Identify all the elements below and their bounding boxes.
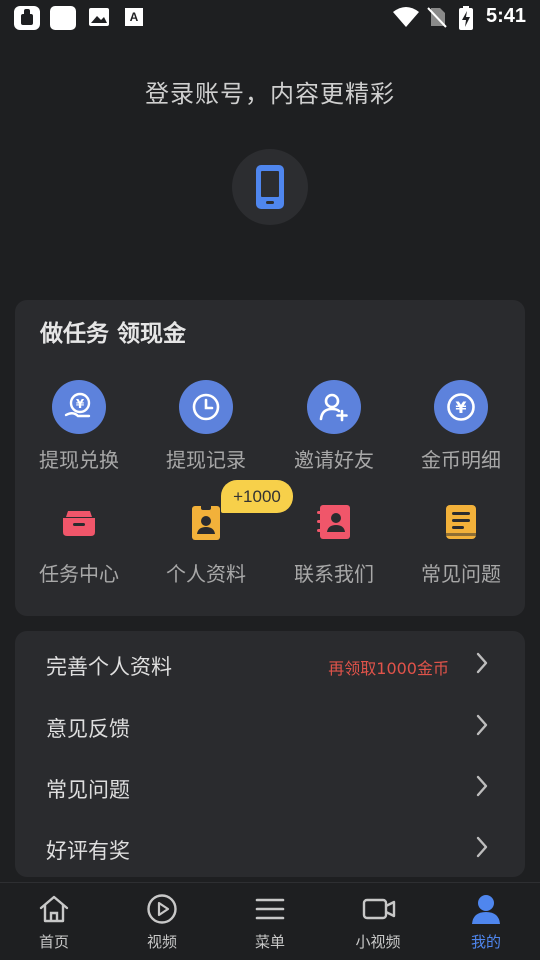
chevron-right-icon	[476, 652, 488, 674]
bottom-nav: 首页 视频 菜单 小视频 我的	[0, 882, 540, 960]
grid-label: 个人资料	[166, 562, 246, 586]
grid-label: 常见问题	[421, 562, 501, 586]
svg-text:¥: ¥	[455, 398, 466, 417]
settings-list: 完善个人资料 再领取1000金币 意见反馈 常见问题 好评有奖	[15, 631, 525, 877]
list-item-rate-reward[interactable]: 好评有奖	[15, 817, 525, 879]
add-user-icon	[307, 380, 361, 434]
nav-label: 视频	[146, 933, 177, 951]
login-avatar-button[interactable]	[232, 149, 308, 225]
grid-item-contact-us[interactable]: 联系我们	[270, 502, 398, 602]
grid-label: 提现兑换	[39, 448, 119, 472]
grid-label: 邀请好友	[294, 448, 374, 472]
login-prompt[interactable]: 登录账号，内容更精彩	[0, 74, 540, 109]
list-item-label: 好评有奖	[46, 839, 130, 863]
font-a-icon: A	[124, 6, 150, 30]
nav-label: 菜单	[254, 933, 285, 951]
grid-label: 任务中心	[39, 562, 119, 586]
bonus-badge: +1000	[221, 480, 293, 513]
nav-item-short-video[interactable]: 小视频	[324, 883, 432, 960]
nav-label: 首页	[38, 933, 69, 951]
grid-item-faq[interactable]: 常见问题	[397, 502, 525, 602]
svg-text:¥: ¥	[76, 397, 85, 411]
nav-item-menu[interactable]: 菜单	[216, 883, 324, 960]
contacts-book-icon	[314, 502, 354, 542]
task-card: 做任务 领现金 ¥ 提现兑换 提现记录 邀请好友 ¥ 金币明细 任务中心 个人资…	[15, 300, 525, 616]
wifi-icon	[392, 6, 422, 30]
blank-square-icon	[50, 6, 76, 30]
list-item-label: 意见反馈	[46, 717, 130, 741]
grid-item-invite-friends[interactable]: 邀请好友	[270, 380, 398, 480]
id-badge-icon	[186, 502, 226, 542]
list-item-complete-profile[interactable]: 完善个人资料 再领取1000金币	[15, 633, 525, 695]
phone-icon	[256, 165, 284, 209]
play-circle-icon	[147, 894, 177, 924]
document-icon	[441, 502, 481, 542]
task-card-title: 做任务 领现金	[40, 321, 187, 347]
yuan-coin-icon: ¥	[434, 380, 488, 434]
chevron-right-icon	[476, 714, 488, 736]
list-item-faq[interactable]: 常见问题	[15, 756, 525, 818]
grid-label: 联系我们	[294, 562, 374, 586]
grid-item-coin-details[interactable]: ¥ 金币明细	[397, 380, 525, 480]
user-icon	[472, 895, 500, 924]
list-item-feedback[interactable]: 意见反馈	[15, 695, 525, 757]
list-item-label: 完善个人资料	[46, 655, 172, 679]
grid-label: 金币明细	[421, 448, 501, 472]
svg-text:A: A	[130, 10, 139, 24]
video-camera-icon	[362, 898, 396, 920]
grid-item-personal-profile[interactable]: 个人资料	[142, 502, 270, 602]
grid-item-task-center[interactable]: 任务中心	[15, 502, 143, 602]
grid-label: 提现记录	[166, 448, 246, 472]
chevron-right-icon	[476, 836, 488, 858]
list-item-label: 常见问题	[46, 778, 130, 802]
nav-item-home[interactable]: 首页	[0, 883, 108, 960]
app-notification-icon	[14, 6, 40, 30]
nav-label: 小视频	[355, 933, 401, 951]
battery-charging-icon	[458, 6, 476, 30]
nav-item-video[interactable]: 视频	[108, 883, 216, 960]
basket-icon	[59, 502, 99, 542]
nav-label: 我的	[470, 933, 501, 951]
grid-item-withdraw-records[interactable]: 提现记录	[142, 380, 270, 480]
nav-item-mine[interactable]: 我的	[432, 883, 540, 960]
grid-item-withdraw-exchange[interactable]: ¥ 提现兑换	[15, 380, 143, 480]
chevron-right-icon	[476, 775, 488, 797]
clock-icon	[179, 380, 233, 434]
status-bar: A 5:41	[0, 0, 540, 36]
menu-icon	[255, 898, 285, 920]
home-icon	[39, 895, 69, 923]
hand-yuan-icon: ¥	[52, 380, 106, 434]
reward-hint: 再领取1000金币	[328, 659, 449, 678]
status-time: 5:41	[485, 5, 526, 27]
no-sim-icon	[426, 6, 452, 30]
image-icon	[88, 6, 114, 30]
